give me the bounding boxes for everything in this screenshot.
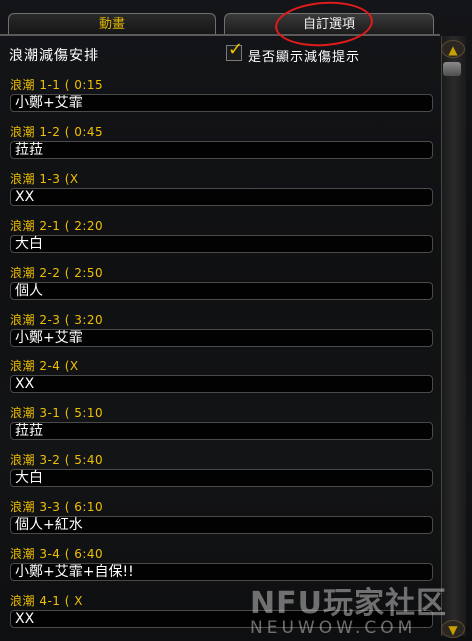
wave-assignment-input[interactable]: 小鄭+艾霏 bbox=[10, 329, 433, 347]
options-panel: 動畫 自訂選項 浪潮減傷安排 ✓ 是否顯示減傷提示 浪潮 1-1 ( 0:15 小… bbox=[0, 0, 472, 641]
tab-divider bbox=[0, 34, 440, 36]
wave-label: 浪潮 3-1 ( 5:10 bbox=[10, 406, 104, 420]
section-title: 浪潮減傷安排 bbox=[9, 48, 99, 64]
wave-label: 浪潮 3-3 ( 6:10 bbox=[10, 500, 104, 514]
wave-label: 浪潮 2-4 (X bbox=[10, 359, 79, 373]
scrollbar-thumb[interactable] bbox=[443, 62, 461, 76]
wave-label: 浪潮 2-1 ( 2:20 bbox=[10, 219, 104, 233]
wave-label: 浪潮 3-4 ( 6:40 bbox=[10, 547, 104, 561]
wave-assignment-input[interactable]: 大白 bbox=[10, 469, 433, 487]
wave-label: 浪潮 4-1 ( X bbox=[10, 594, 83, 608]
show-reminder-label: 是否顯示減傷提示 bbox=[248, 50, 361, 65]
wave-label: 浪潮 3-2 ( 5:40 bbox=[10, 453, 104, 467]
wave-label: 浪潮 1-3 (X bbox=[10, 172, 79, 186]
wave-label: 浪潮 2-2 ( 2:50 bbox=[10, 266, 104, 280]
wave-assignment-input[interactable]: 個人+紅水 bbox=[10, 516, 433, 534]
wave-label: 浪潮 1-2 ( 0:45 bbox=[10, 125, 104, 139]
annotation-circle bbox=[273, 0, 375, 50]
wave-assignment-input[interactable]: 菈菈 bbox=[10, 422, 433, 440]
wave-assignment-input[interactable]: 個人 bbox=[10, 282, 433, 300]
checkmark-icon: ✓ bbox=[228, 39, 244, 60]
tab-animation[interactable]: 動畫 bbox=[8, 13, 216, 35]
watermark-logo: NFU玩家社区 bbox=[250, 586, 447, 621]
show-reminder-checkbox[interactable]: ✓ bbox=[226, 41, 243, 61]
wave-assignment-input[interactable]: 大白 bbox=[10, 235, 433, 253]
wave-assignment-input[interactable]: 小鄭+艾霏 bbox=[10, 94, 433, 112]
wave-label: 浪潮 1-1 ( 0:15 bbox=[10, 78, 104, 92]
wave-assignment-input[interactable]: 菈菈 bbox=[10, 141, 433, 159]
wave-label: 浪潮 2-3 ( 3:20 bbox=[10, 313, 104, 327]
scrollbar-track[interactable] bbox=[441, 36, 466, 636]
chevron-up-icon[interactable]: ▲ bbox=[441, 40, 465, 58]
watermark: NFU玩家社区 NEUWOW.COM bbox=[250, 578, 450, 638]
wave-assignment-input[interactable]: XX bbox=[10, 188, 433, 206]
wave-assignment-input[interactable]: XX bbox=[10, 375, 433, 393]
